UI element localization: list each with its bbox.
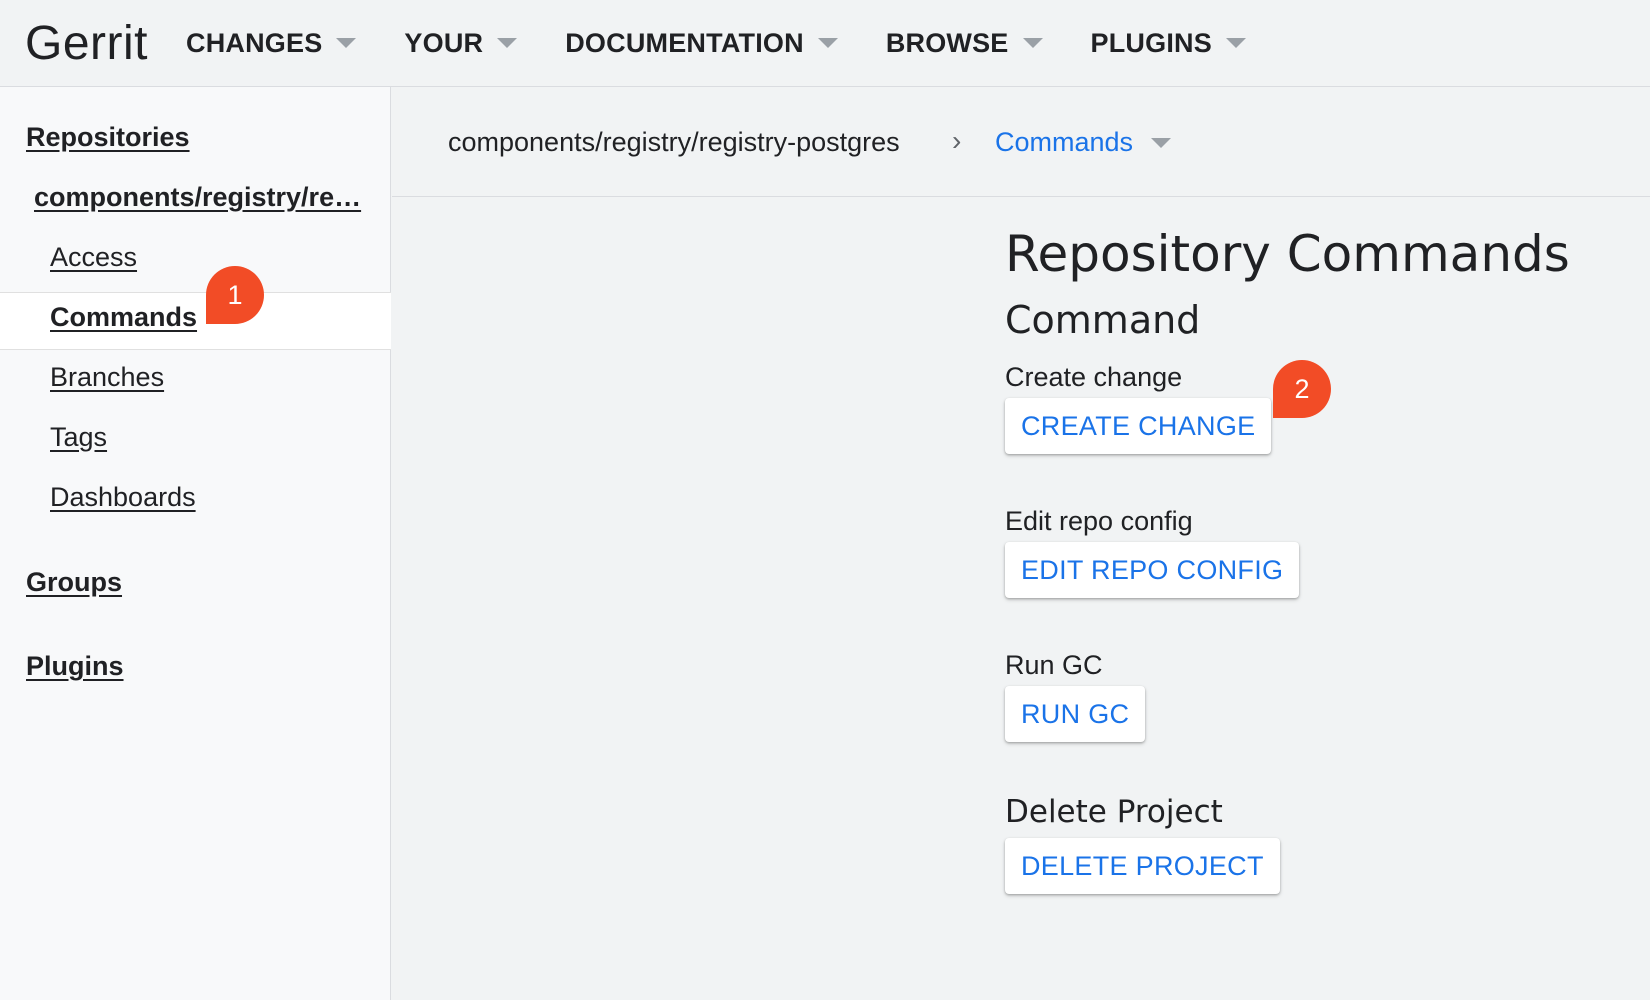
- chevron-down-icon: [1151, 137, 1172, 148]
- breadcrumb-repo-path[interactable]: components/registry/registry-postgres: [448, 127, 900, 158]
- sidebar-repositories-link[interactable]: Repositories: [26, 122, 190, 153]
- sidebar-item-tags[interactable]: Tags: [50, 422, 107, 453]
- sidebar-plugins-link[interactable]: Plugins: [26, 651, 124, 682]
- sidebar-item-dashboards[interactable]: Dashboards: [50, 482, 196, 513]
- breadcrumb: components/registry/registry-postgres › …: [392, 87, 1650, 197]
- create-change-button[interactable]: CREATE CHANGE: [1005, 398, 1272, 454]
- annotation-marker-2: 2: [1273, 360, 1331, 418]
- create-change-label: Create change: [1005, 362, 1183, 392]
- nav-browse-label: BROWSE: [885, 27, 1009, 58]
- run-gc-label: Run GC: [1005, 650, 1103, 680]
- sidebar-item-branches[interactable]: Branches: [50, 362, 164, 393]
- nav-your[interactable]: YOUR: [404, 27, 518, 59]
- chevron-down-icon: [336, 38, 357, 48]
- nav-your-label: YOUR: [404, 27, 484, 58]
- edit-repo-config-button[interactable]: EDIT REPO CONFIG: [1005, 542, 1300, 598]
- nav-changes-label: CHANGES: [186, 27, 323, 58]
- chevron-down-icon: [1022, 38, 1043, 48]
- annotation-marker-1: 1: [206, 266, 264, 324]
- breadcrumb-current-label: Commands: [995, 127, 1134, 157]
- top-header: Gerrit CHANGES YOUR DOCUMENTATION BROWSE…: [0, 0, 1650, 87]
- sidebar-repo-link[interactable]: components/registry/re…: [34, 182, 361, 213]
- nav-plugins-label: PLUGINS: [1090, 27, 1212, 58]
- sidebar-item-access[interactable]: Access: [50, 242, 137, 273]
- nav-plugins[interactable]: PLUGINS: [1091, 28, 1246, 59]
- delete-project-button[interactable]: DELETE PROJECT: [1005, 838, 1280, 894]
- chevron-down-icon: [1225, 38, 1246, 48]
- sidebar-groups-link[interactable]: Groups: [26, 567, 122, 598]
- delete-project-label: Delete Project: [1005, 794, 1223, 830]
- nav-documentation-label: DOCUMENTATION: [565, 27, 804, 58]
- chevron-right-icon: ›: [952, 125, 962, 156]
- page-title: Repository Commands: [1005, 225, 1570, 283]
- gerrit-logo[interactable]: Gerrit: [25, 16, 148, 71]
- sidebar-item-commands[interactable]: Commands: [50, 302, 197, 333]
- nav-browse[interactable]: BROWSE: [886, 28, 1043, 59]
- chevron-down-icon: [817, 38, 838, 48]
- section-heading: Command: [1005, 298, 1201, 342]
- nav-documentation[interactable]: DOCUMENTATION: [565, 28, 838, 59]
- sidebar: Repositories components/registry/re… Acc…: [0, 87, 391, 1000]
- chevron-down-icon: [497, 38, 518, 48]
- run-gc-button[interactable]: RUN GC: [1005, 686, 1146, 742]
- breadcrumb-current-dropdown[interactable]: Commands: [995, 127, 1172, 158]
- edit-repo-config-label: Edit repo config: [1005, 506, 1193, 536]
- nav-changes[interactable]: CHANGES: [186, 27, 357, 59]
